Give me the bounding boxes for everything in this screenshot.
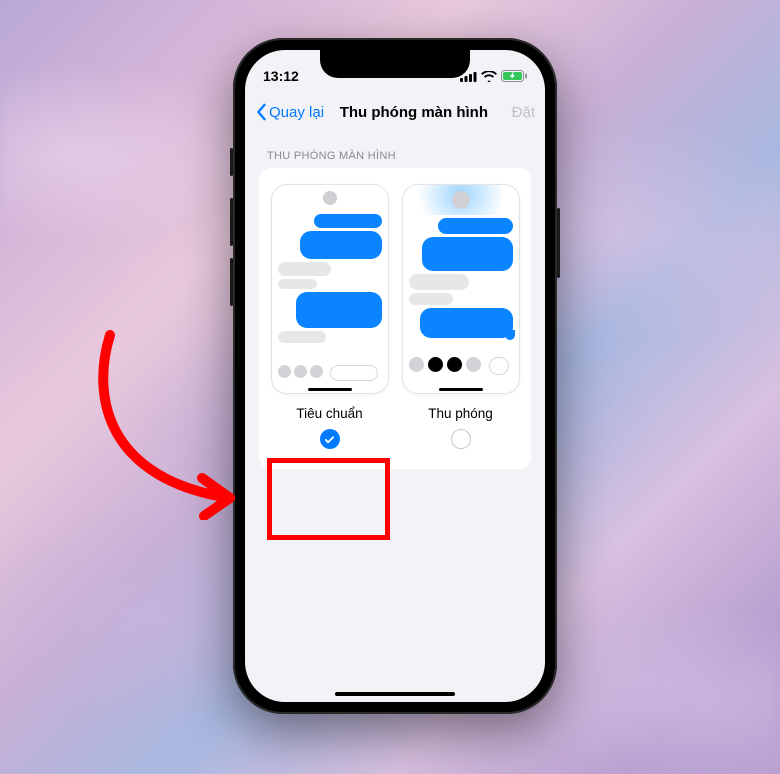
radio-zoomed[interactable] [451, 429, 471, 449]
page-title: Thu phóng màn hình [316, 104, 512, 121]
avatar-icon [452, 191, 470, 209]
volume-down-button [230, 258, 233, 306]
chevron-left-icon [255, 103, 267, 121]
notch [320, 50, 470, 78]
option-zoomed[interactable]: Thu phóng [400, 184, 521, 449]
radio-standard[interactable] [320, 429, 340, 449]
home-indicator [335, 692, 455, 696]
phone-frame: 13:12 Quay lại Thu phóng màn hình Đặt TH… [233, 38, 557, 714]
navigation-bar: Quay lại Thu phóng màn hình Đặt [245, 92, 545, 132]
volume-up-button [230, 198, 233, 246]
checkmark-icon [324, 434, 335, 445]
preview-zoomed [402, 184, 520, 394]
preview-standard [271, 184, 389, 394]
option-standard[interactable]: Tiêu chuẩn [269, 184, 390, 449]
avatar-icon [323, 191, 337, 205]
set-button[interactable]: Đặt [512, 104, 535, 121]
battery-charging-icon [501, 70, 527, 82]
option-zoomed-label: Thu phóng [428, 406, 493, 421]
phone-screen: 13:12 Quay lại Thu phóng màn hình Đặt TH… [245, 50, 545, 702]
silence-switch [230, 148, 233, 176]
zoom-options-card: Tiêu chuẩn [259, 168, 531, 469]
wifi-icon [481, 71, 497, 82]
power-button [557, 208, 560, 278]
status-time: 13:12 [263, 68, 299, 84]
section-header: THU PHÓNG MÀN HÌNH [245, 132, 545, 168]
option-standard-label: Tiêu chuẩn [296, 406, 362, 421]
back-button[interactable]: Quay lại [255, 103, 324, 121]
